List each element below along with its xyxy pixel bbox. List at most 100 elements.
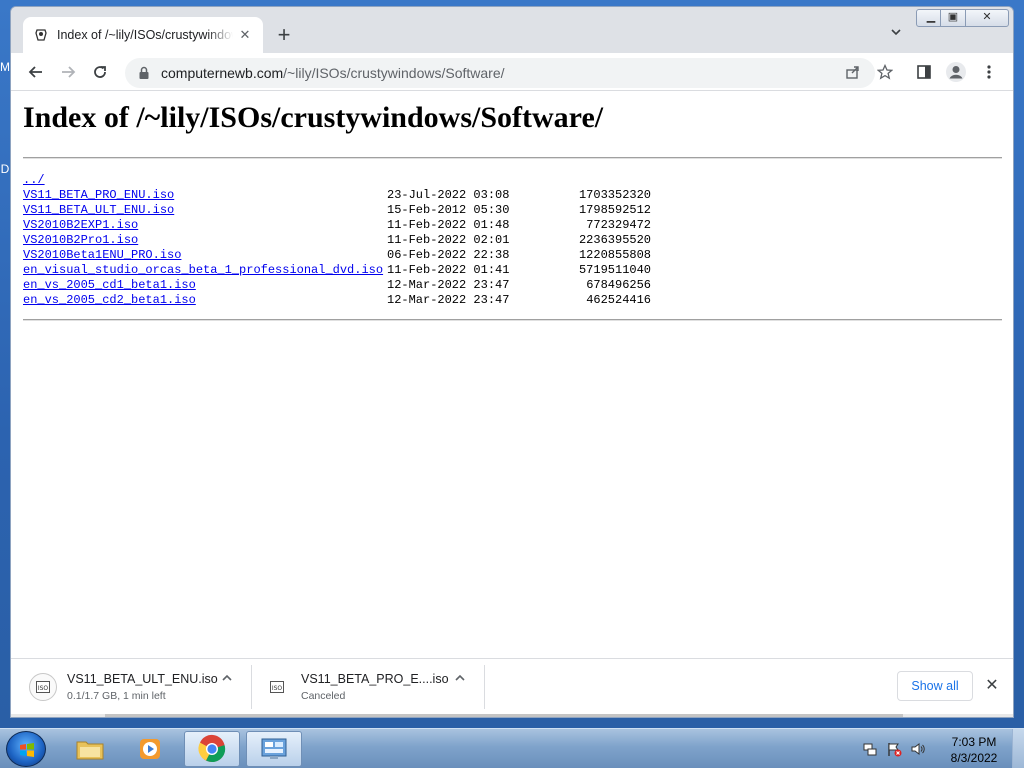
list-item: en_visual_studio_orcas_beta_1_profession…: [23, 263, 651, 278]
svg-text:ISO: ISO: [272, 685, 283, 692]
side-panel-icon[interactable]: [910, 58, 938, 86]
chevron-up-icon[interactable]: [451, 671, 469, 689]
browser-toolbar: computernewb.com/~lily/ISOs/crustywindow…: [11, 53, 1013, 91]
parent-directory-link[interactable]: ../: [23, 173, 45, 187]
page-content: Index of /~lily/ISOs/crustywindows/Softw…: [11, 91, 1013, 658]
action-center-flag-icon[interactable]: [886, 741, 902, 757]
reload-icon[interactable]: [86, 58, 114, 86]
desktop-icon-label[interactable]: D: [0, 162, 10, 176]
download-filename: VS11_BETA_PRO_E....iso: [301, 672, 449, 686]
list-item: VS11_BETA_ULT_ENU.iso 15-Feb-2012 05:30 17…: [23, 203, 651, 218]
download-shelf: ISO VS11_BETA_ULT_ENU.iso 0.1/1.7 GB, 1 …: [11, 658, 1013, 714]
windows-logo-icon: [20, 743, 34, 757]
star-icon[interactable]: [871, 58, 899, 86]
download-status: 0.1/1.7 GB, 1 min left: [67, 690, 166, 702]
list-item: VS2010B2EXP1.iso 11-Feb-2022 01:48 7723294…: [23, 218, 651, 233]
scrollbar-thumb[interactable]: [105, 714, 903, 717]
clock-time: 7:03 PM: [951, 735, 997, 749]
download-status: Canceled: [301, 690, 346, 702]
file-size: 5719511040: [578, 263, 651, 277]
chrome-icon: [198, 734, 226, 763]
tab-active[interactable]: Index of /~lily/ISOs/crustywindows/Softw…: [23, 17, 263, 53]
show-all-button[interactable]: Show all: [897, 671, 973, 701]
file-size: 462524416: [586, 293, 651, 307]
menu-icon[interactable]: [975, 58, 1003, 86]
file-date: 11-Feb-2022 01:48: [387, 218, 510, 232]
list-item: VS2010Beta1ENU_PRO.iso 06-Feb-2022 22:38 1…: [23, 248, 651, 263]
file-link[interactable]: VS11_BETA_ULT_ENU.iso: [23, 203, 174, 217]
file-date: 23-Jul-2022 03:08: [387, 188, 510, 202]
file-link[interactable]: VS2010B2EXP1.iso: [23, 218, 138, 232]
close-icon[interactable]: ✕: [981, 675, 1003, 697]
taskbar-media-player-button[interactable]: [122, 731, 178, 767]
file-size: 678496256: [586, 278, 651, 292]
url-text: computernewb.com/~lily/ISOs/crustywindow…: [161, 65, 505, 81]
window-close-button[interactable]: ✕: [965, 9, 1009, 27]
clock-date: 8/3/2022: [950, 751, 998, 765]
file-link[interactable]: VS2010B2Pro1.iso: [23, 233, 138, 247]
forward-icon[interactable]: [54, 58, 82, 86]
taskbar-control-panel-button[interactable]: [246, 731, 302, 767]
download-item[interactable]: ISO VS11_BETA_ULT_ENU.iso 0.1/1.7 GB, 1 …: [29, 665, 218, 709]
file-size: 772329472: [586, 218, 651, 232]
file-date: 11-Feb-2022 02:01: [387, 233, 510, 247]
file-link[interactable]: en_vs_2005_cd2_beta1.iso: [23, 293, 196, 307]
chevron-down-icon[interactable]: [886, 25, 906, 45]
profile-icon[interactable]: [942, 58, 970, 86]
maximize-button[interactable]: ▣: [940, 9, 966, 27]
file-size: 1703352320: [578, 188, 651, 202]
list-item: ../: [23, 173, 383, 188]
list-item: VS2010B2Pro1.iso 11-Feb-2022 02:01 2236395…: [23, 233, 651, 248]
url-path: /~lily/ISOs/crustywindows/Software/: [283, 65, 505, 81]
iso-file-icon: ISO: [29, 673, 57, 701]
taskbar-explorer-button[interactable]: [62, 731, 118, 767]
file-date: 12-Mar-2022 23:47: [387, 278, 510, 292]
list-item: en_vs_2005_cd2_beta1.iso 12-Mar-2022 23:4…: [23, 293, 651, 308]
close-icon[interactable]: ✕: [237, 27, 253, 43]
network-icon[interactable]: [862, 741, 878, 757]
file-date: 15-Feb-2012 05:30: [387, 203, 510, 217]
address-bar[interactable]: computernewb.com/~lily/ISOs/crustywindow…: [125, 58, 875, 88]
taskbar: 7:03 PM 8/3/2022: [0, 728, 1024, 768]
apache-index-icon: [33, 27, 49, 43]
taskbar-clock[interactable]: 7:03 PM 8/3/2022: [944, 734, 1004, 766]
url-host: computernewb.com: [161, 65, 284, 81]
lock-icon[interactable]: [137, 66, 151, 80]
svg-text:ISO: ISO: [38, 685, 49, 692]
start-button[interactable]: [6, 731, 46, 767]
browser-window: Index of /~lily/ISOs/crustywindows/Softw…: [10, 6, 1014, 718]
share-icon[interactable]: [839, 58, 867, 86]
list-item: en_vs_2005_cd1_beta1.iso 12-Mar-2022 23:4…: [23, 278, 651, 293]
taskbar-chrome-button[interactable]: [184, 731, 240, 767]
file-size: 1220855808: [578, 248, 651, 262]
file-size: 1798592512: [578, 203, 651, 217]
divider: [251, 665, 252, 709]
folder-icon: [76, 741, 104, 760]
list-item: VS11_BETA_PRO_ENU.iso 23-Jul-2022 03:08 17…: [23, 188, 651, 203]
volume-icon[interactable]: [910, 741, 926, 757]
file-link[interactable]: VS11_BETA_PRO_ENU.iso: [23, 188, 174, 202]
download-filename: VS11_BETA_ULT_ENU.iso: [67, 672, 218, 686]
chevron-up-icon[interactable]: [218, 671, 236, 689]
control-panel-icon: [261, 738, 287, 759]
file-size: 2236395520: [578, 233, 651, 247]
download-item[interactable]: ISO VS11_BETA_PRO_E....iso Canceled: [263, 665, 449, 709]
back-icon[interactable]: [22, 58, 50, 86]
file-date: 11-Feb-2022 01:41: [387, 263, 510, 277]
file-link[interactable]: en_visual_studio_orcas_beta_1_profession…: [23, 263, 383, 277]
file-listing: ../ VS11_BETA_PRO_ENU.iso 23-Jul-2022 03:…: [23, 173, 651, 308]
divider: [23, 157, 1002, 159]
tab-strip: Index of /~lily/ISOs/crustywindows/Softw…: [11, 7, 1013, 53]
media-player-icon: [140, 739, 160, 759]
show-desktop-button[interactable]: [1012, 729, 1024, 768]
file-date: 12-Mar-2022 23:47: [387, 293, 510, 307]
new-tab-plus-icon[interactable]: +: [273, 24, 295, 47]
divider: [484, 665, 485, 709]
tab-title: Index of /~lily/ISOs/crustywindows/Softw…: [57, 28, 233, 42]
file-link[interactable]: VS2010Beta1ENU_PRO.iso: [23, 248, 181, 262]
horizontal-scrollbar[interactable]: [11, 714, 1013, 717]
desktop-icon-label[interactable]: M: [0, 60, 10, 74]
file-link[interactable]: en_vs_2005_cd1_beta1.iso: [23, 278, 196, 292]
system-tray: [862, 737, 926, 761]
page-title: Index of /~lily/ISOs/crustywindows/Softw…: [23, 101, 604, 134]
